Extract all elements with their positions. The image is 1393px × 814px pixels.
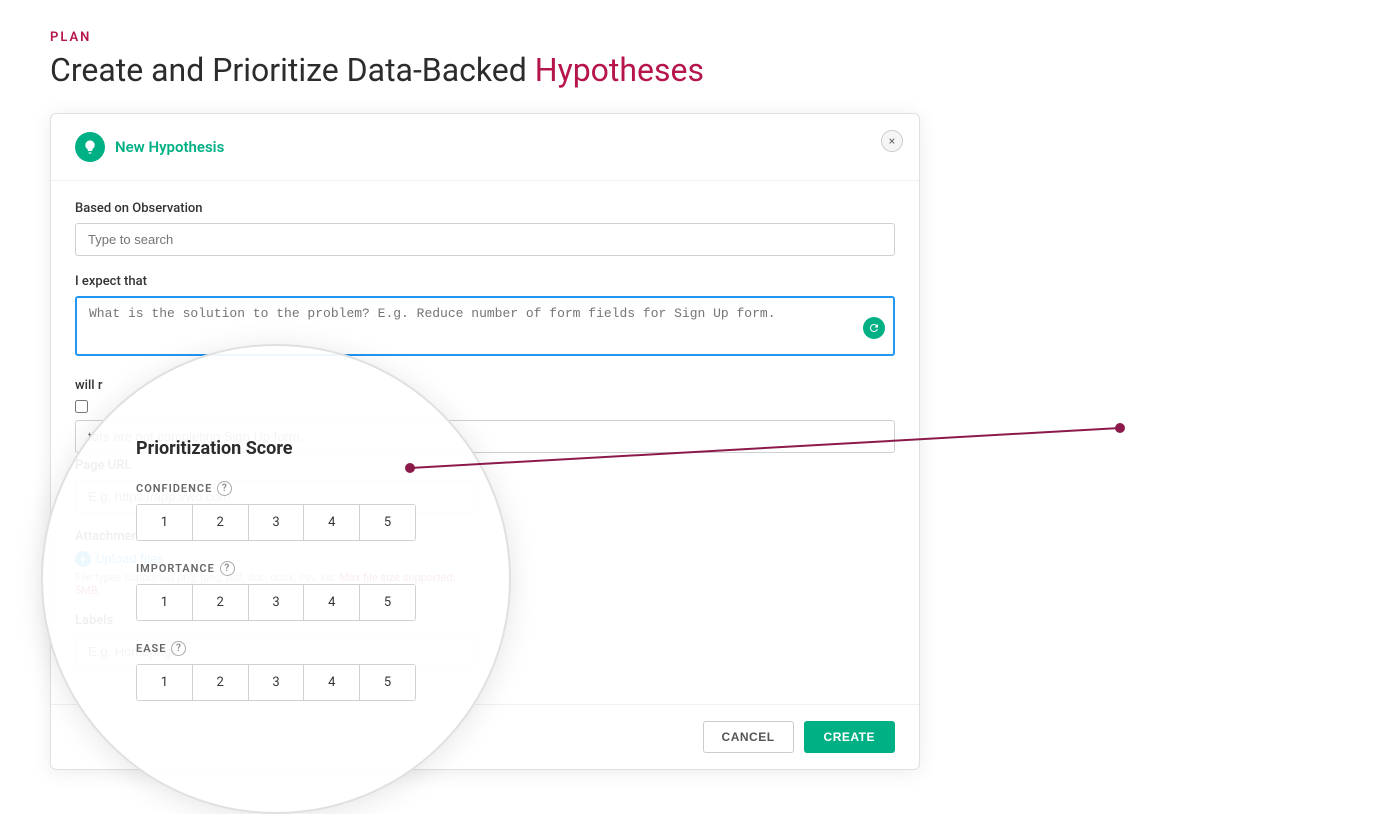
confidence-score-3[interactable]: 3: [249, 505, 305, 540]
ease-row: EASE ? 1 2 3 4 5: [136, 641, 416, 701]
prioritization-score-overlay: Prioritization Score CONFIDENCE ? 1 2 3 …: [41, 344, 511, 814]
ease-score-3[interactable]: 3: [249, 665, 305, 700]
create-button[interactable]: CREAte: [804, 721, 895, 753]
new-hypothesis-modal: New Hypothesis × Based on Observation I …: [50, 113, 920, 770]
importance-score-5[interactable]: 5: [360, 585, 415, 620]
importance-row: IMPORTANCE ? 1 2 3 4 5: [136, 561, 416, 621]
ease-score-buttons: 1 2 3 4 5: [136, 664, 416, 701]
ease-score-1[interactable]: 1: [137, 665, 193, 700]
plan-label: PLAN: [50, 30, 1343, 45]
confidence-score-1[interactable]: 1: [137, 505, 193, 540]
confidence-score-buttons: 1 2 3 4 5: [136, 504, 416, 541]
expect-label: I expect that: [75, 274, 895, 289]
ease-score-2[interactable]: 2: [193, 665, 249, 700]
confidence-score-5[interactable]: 5: [360, 505, 415, 540]
importance-score-1[interactable]: 1: [137, 585, 193, 620]
importance-score-4[interactable]: 4: [304, 585, 360, 620]
confidence-help-icon[interactable]: ?: [217, 481, 232, 496]
will-checkbox[interactable]: [75, 400, 88, 413]
confidence-score-2[interactable]: 2: [193, 505, 249, 540]
modal-title: New Hypothesis: [115, 138, 224, 156]
refresh-icon[interactable]: [863, 317, 885, 339]
importance-score-buttons: 1 2 3 4 5: [136, 584, 416, 621]
cancel-button[interactable]: CANCEL: [703, 721, 794, 753]
confidence-label: CONFIDENCE: [136, 482, 212, 495]
importance-score-2[interactable]: 2: [193, 585, 249, 620]
ease-score-5[interactable]: 5: [360, 665, 415, 700]
confidence-score-4[interactable]: 4: [304, 505, 360, 540]
priority-title: Prioritization Score: [136, 438, 416, 459]
modal-close-button[interactable]: ×: [881, 130, 903, 152]
expect-section: I expect that: [75, 274, 895, 360]
observation-section: Based on Observation: [75, 201, 895, 256]
observation-input[interactable]: [75, 223, 895, 256]
importance-label: IMPORTANCE: [136, 562, 215, 575]
hypothesis-icon: [75, 132, 105, 162]
importance-help-icon[interactable]: ?: [220, 561, 235, 576]
modal-header: New Hypothesis ×: [51, 114, 919, 181]
observation-label: Based on Observation: [75, 201, 895, 216]
ease-help-icon[interactable]: ?: [171, 641, 186, 656]
ease-label: EASE: [136, 642, 166, 655]
confidence-row: CONFIDENCE ? 1 2 3 4 5: [136, 481, 416, 541]
expect-textarea[interactable]: [75, 296, 895, 356]
ease-score-4[interactable]: 4: [304, 665, 360, 700]
page-title: Create and Prioritize Data-Backed Hypoth…: [50, 51, 1343, 89]
importance-score-3[interactable]: 3: [249, 585, 305, 620]
